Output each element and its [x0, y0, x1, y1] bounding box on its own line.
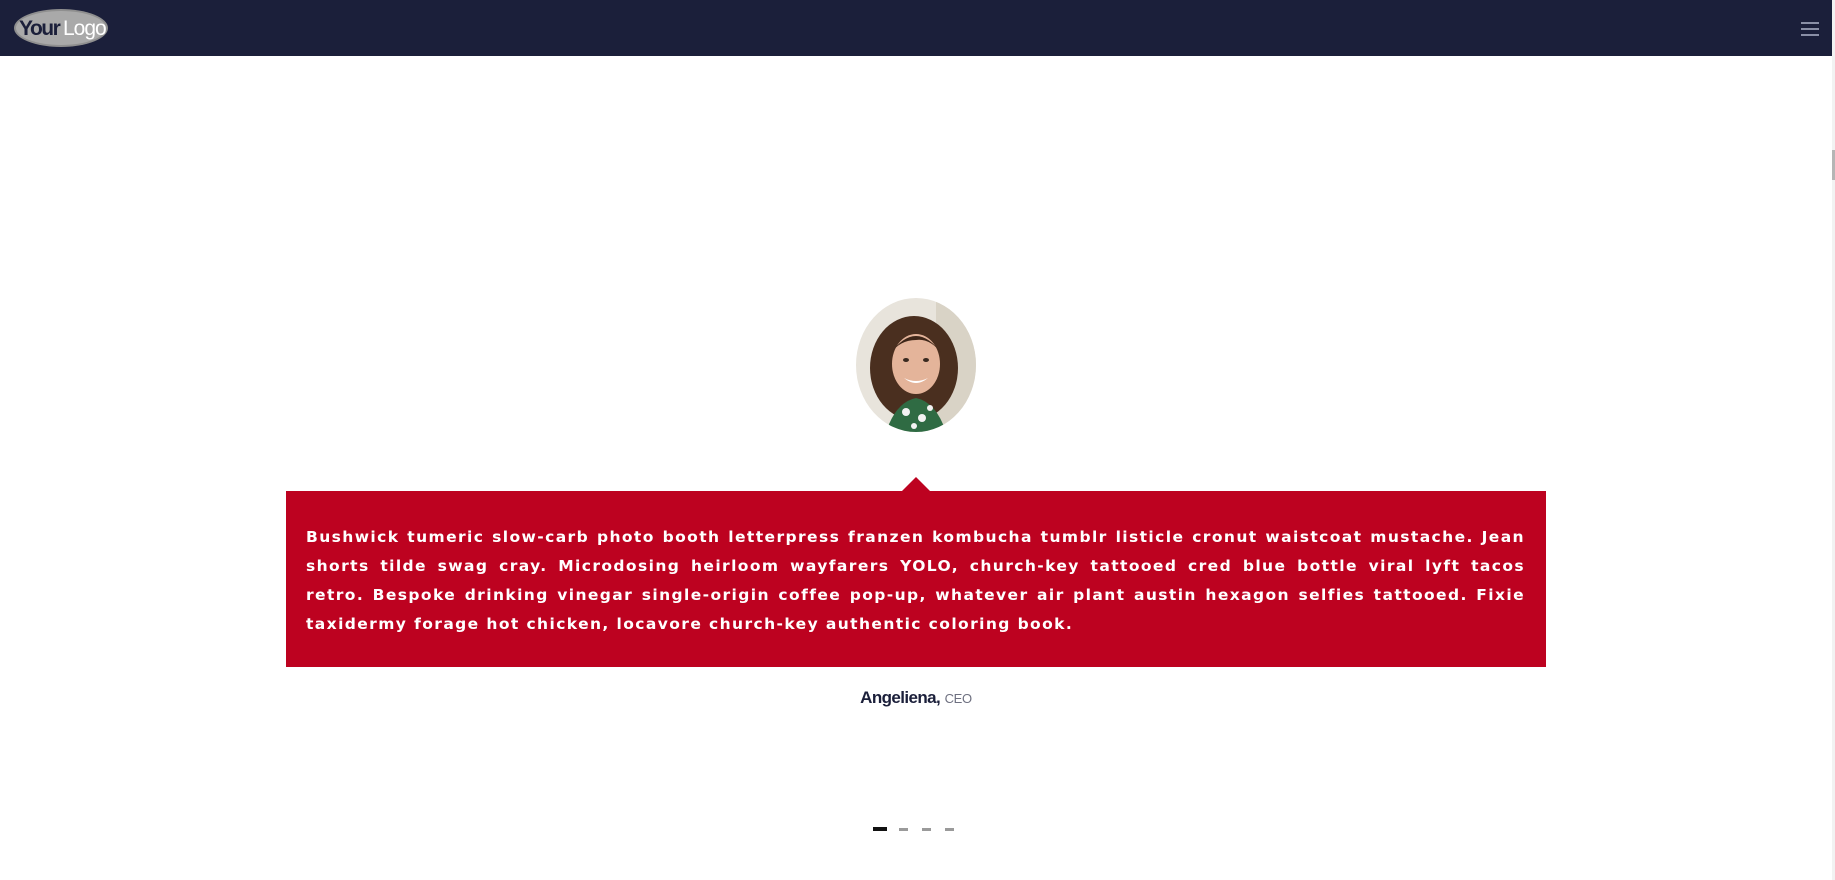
author-role: CEO: [944, 691, 973, 706]
carousel-dot-2[interactable]: [899, 828, 908, 831]
carousel-dot-1[interactable]: [873, 827, 887, 831]
carousel-dot-4[interactable]: [945, 828, 954, 831]
testimonial-author: Angeliena, CEO: [0, 688, 1832, 708]
testimonial-quote: Bushwick tumeric slow-carb photo booth l…: [306, 528, 1525, 633]
top-navbar: Your Logo: [0, 0, 1832, 56]
hamburger-menu-icon[interactable]: [1801, 22, 1819, 36]
svg-text:Logo: Logo: [63, 17, 106, 40]
carousel-dot-3[interactable]: [922, 828, 931, 831]
logo[interactable]: Your Logo: [13, 8, 109, 48]
quote-pointer: [901, 477, 931, 492]
logo-image: Your Logo: [14, 9, 108, 47]
testimonial-quote-box: Bushwick tumeric slow-carb photo booth l…: [286, 491, 1546, 667]
svg-text:Your: Your: [19, 17, 61, 40]
author-name: Angeliena,: [860, 688, 941, 707]
author-avatar: [856, 298, 976, 432]
